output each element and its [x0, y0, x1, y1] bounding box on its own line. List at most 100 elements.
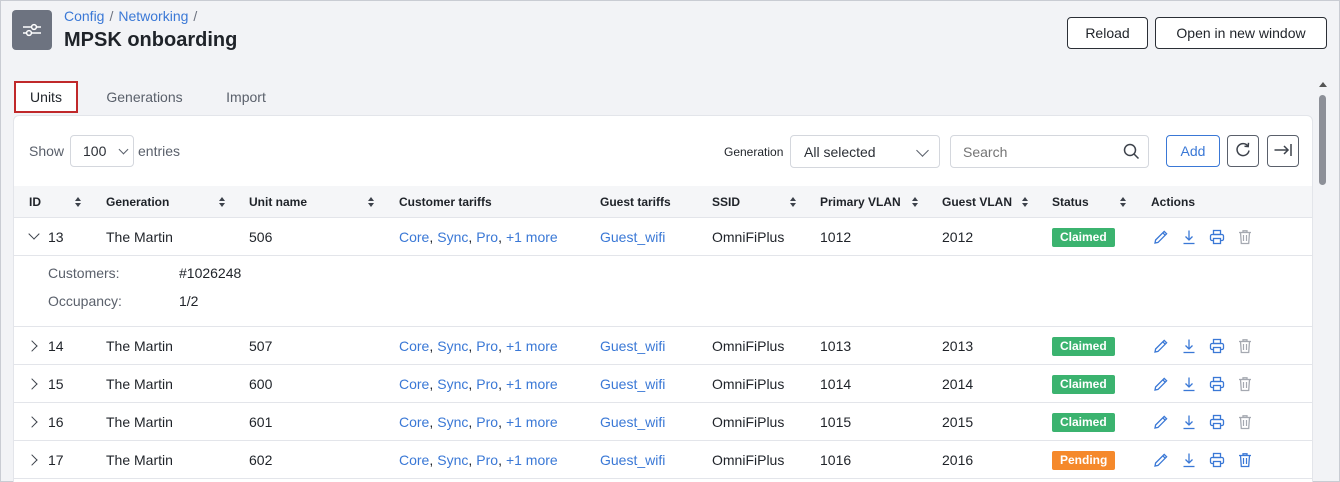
table-header: ID Generation Unit name Customer tariffs… [14, 186, 1312, 218]
open-new-window-button[interactable]: Open in new window [1155, 17, 1327, 49]
tab-generations[interactable]: Generations [78, 81, 211, 113]
cell-guest-tariffs[interactable]: Guest_wifi [600, 441, 665, 479]
more-tariffs-link[interactable]: +1 more [506, 376, 558, 392]
generation-value: All selected [804, 143, 876, 160]
download-icon[interactable] [1180, 375, 1198, 393]
breadcrumb-separator: / [109, 8, 114, 24]
tariff-link[interactable]: Sync [437, 338, 468, 354]
sort-icon[interactable] [912, 197, 919, 208]
search-input[interactable] [963, 143, 1113, 160]
collapse-row-icon[interactable] [28, 228, 40, 240]
cell-guest-tariffs[interactable]: Guest_wifi [600, 218, 665, 256]
download-icon[interactable] [1180, 337, 1198, 355]
sort-icon[interactable] [368, 197, 375, 208]
edit-icon[interactable] [1152, 451, 1170, 469]
sort-icon[interactable] [75, 197, 82, 208]
tab-units[interactable]: Units [14, 81, 78, 113]
print-icon[interactable] [1208, 413, 1226, 431]
tariff-link[interactable]: Sync [437, 229, 468, 245]
more-tariffs-link[interactable]: +1 more [506, 338, 558, 354]
cell-id: 14 [48, 338, 64, 354]
edit-icon[interactable] [1152, 228, 1170, 246]
column-primary-vlan[interactable]: Primary VLAN [820, 186, 901, 218]
print-icon[interactable] [1208, 375, 1226, 393]
tariff-link[interactable]: Core [399, 414, 429, 430]
tariff-link[interactable]: Pro [476, 338, 498, 354]
column-guest-vlan[interactable]: Guest VLAN [942, 186, 1012, 218]
column-ssid[interactable]: SSID [712, 186, 740, 218]
delete-icon[interactable] [1236, 228, 1254, 246]
cell-customer-tariffs: Core, Sync, Pro, +1 more [399, 414, 558, 430]
more-tariffs-link[interactable]: +1 more [506, 452, 558, 468]
tariff-link[interactable]: Core [399, 452, 429, 468]
column-guest-tariffs: Guest tariffs [600, 195, 671, 209]
delete-icon[interactable] [1236, 375, 1254, 393]
delete-icon[interactable] [1236, 413, 1254, 431]
tariff-link[interactable]: Pro [476, 376, 498, 392]
search-field[interactable] [950, 135, 1149, 168]
expand-row-icon[interactable] [26, 378, 38, 390]
cell-guest-tariffs[interactable]: Guest_wifi [600, 327, 665, 365]
tariff-link[interactable]: Core [399, 376, 429, 392]
download-icon[interactable] [1180, 228, 1198, 246]
scrollbar[interactable] [1317, 80, 1328, 482]
cell-generation: The Martin [106, 414, 173, 430]
download-icon[interactable] [1180, 451, 1198, 469]
column-id[interactable]: ID [29, 186, 41, 218]
tariff-link[interactable]: Sync [437, 414, 468, 430]
breadcrumb-networking[interactable]: Networking [118, 8, 188, 24]
scroll-thumb[interactable] [1319, 95, 1326, 185]
sort-icon[interactable] [219, 197, 226, 208]
sort-icon[interactable] [790, 197, 797, 208]
scroll-up-arrow[interactable] [1319, 82, 1327, 87]
cell-primary-vlan: 1014 [820, 376, 852, 392]
column-status[interactable]: Status [1052, 186, 1089, 218]
cell-guest-tariffs[interactable]: Guest_wifi [600, 403, 665, 441]
export-button[interactable] [1267, 135, 1299, 167]
expand-row-icon[interactable] [26, 416, 38, 428]
reload-button[interactable]: Reload [1067, 17, 1148, 49]
tariff-link[interactable]: Sync [437, 452, 468, 468]
edit-icon[interactable] [1152, 375, 1170, 393]
customer-link[interactable]: #1026248 [179, 265, 241, 281]
tariff-link[interactable]: Core [399, 338, 429, 354]
status-badge: Claimed [1052, 227, 1115, 247]
tariff-link[interactable]: Sync [437, 376, 468, 392]
column-unit-name[interactable]: Unit name [249, 186, 307, 218]
more-tariffs-link[interactable]: +1 more [506, 229, 558, 245]
cell-guest-tariffs[interactable]: Guest_wifi [600, 365, 665, 403]
sort-icon[interactable] [1022, 197, 1029, 208]
tariff-link[interactable]: Core [399, 229, 429, 245]
table-row[interactable]: 14 The Martin 507 Core, Sync, Pro, +1 mo… [14, 327, 1312, 365]
expand-row-icon[interactable] [26, 454, 38, 466]
tariff-link[interactable]: Pro [476, 229, 498, 245]
breadcrumb-config[interactable]: Config [64, 8, 104, 24]
tariff-link[interactable]: Pro [476, 414, 498, 430]
download-icon[interactable] [1180, 413, 1198, 431]
sort-icon[interactable] [1120, 197, 1127, 208]
print-icon[interactable] [1208, 228, 1226, 246]
add-button[interactable]: Add [1166, 135, 1220, 167]
entries-select[interactable]: 100 [70, 135, 134, 167]
column-generation[interactable]: Generation [106, 186, 169, 218]
print-icon[interactable] [1208, 337, 1226, 355]
more-tariffs-link[interactable]: +1 more [506, 414, 558, 430]
table-row[interactable]: 13 The Martin 506 Core, Sync, Pro, +1 mo… [14, 218, 1312, 256]
tab-import[interactable]: Import [211, 81, 281, 113]
print-icon[interactable] [1208, 451, 1226, 469]
table-row[interactable]: 17 The Martin 602 Core, Sync, Pro, +1 mo… [14, 441, 1312, 479]
edit-icon[interactable] [1152, 337, 1170, 355]
search-icon[interactable] [1123, 143, 1140, 163]
row-actions [1152, 218, 1254, 256]
table-row[interactable]: 16 The Martin 601 Core, Sync, Pro, +1 mo… [14, 403, 1312, 441]
expand-row-icon[interactable] [26, 340, 38, 352]
refresh-icon [1234, 141, 1252, 162]
refresh-button[interactable] [1227, 135, 1259, 167]
chevron-down-icon [118, 144, 129, 154]
tariff-link[interactable]: Pro [476, 452, 498, 468]
delete-icon[interactable] [1236, 451, 1254, 469]
delete-icon[interactable] [1236, 337, 1254, 355]
generation-select[interactable]: All selected [790, 135, 940, 168]
table-row[interactable]: 15 The Martin 600 Core, Sync, Pro, +1 mo… [14, 365, 1312, 403]
edit-icon[interactable] [1152, 413, 1170, 431]
